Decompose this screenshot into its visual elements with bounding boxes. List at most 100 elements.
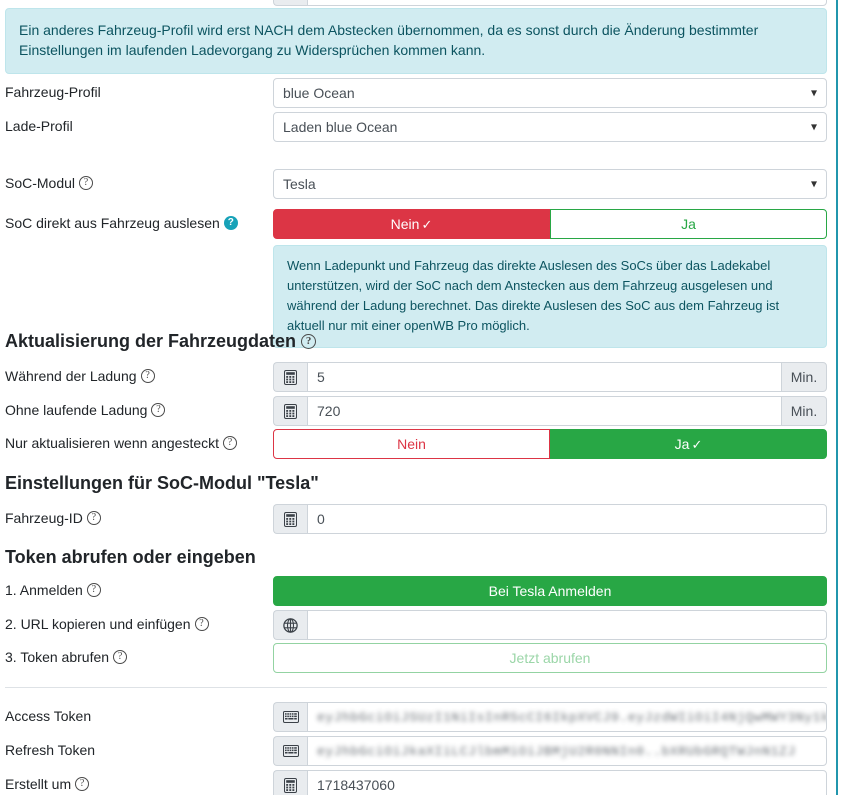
input-created-at[interactable]: 1718437060 xyxy=(307,770,827,795)
label-text: Refresh Token xyxy=(5,742,96,758)
label-step3: 3. Token abrufen ? xyxy=(5,643,273,666)
input-access-token[interactable]: eyJhbGciOiJSUzI1NiIsInR5cCI6IkpXVCJ9.eyJ… xyxy=(307,702,827,732)
soc-direct-info-box: Wenn Ladepunkt und Fahrzeug das direkte … xyxy=(273,245,827,348)
label-text: 1. Anmelden xyxy=(5,582,83,598)
help-icon[interactable]: ? xyxy=(86,583,101,598)
toggle-option-nein[interactable]: Nein ✓ xyxy=(273,209,550,239)
label-soc-direct: SoC direkt aus Fahrzeug auslesen ? xyxy=(5,209,273,232)
help-icon[interactable]: ? xyxy=(75,777,90,792)
control-charge-profile: Laden blue Ocean ▾ xyxy=(273,112,827,142)
help-icon[interactable]: ? xyxy=(151,403,166,418)
input-url[interactable] xyxy=(307,610,827,640)
help-icon[interactable]: ? xyxy=(140,369,155,384)
section-divider xyxy=(5,687,827,688)
toggle-label: Nein xyxy=(390,216,420,232)
control-during-charge: 5 Min. xyxy=(273,362,827,392)
toggle-only-plugged: Nein Ja ✓ xyxy=(273,429,827,459)
globe-icon xyxy=(273,610,307,640)
label-text: SoC direkt aus Fahrzeug auslesen xyxy=(5,215,220,231)
control-vehicle-profile: blue Ocean ▾ xyxy=(273,78,827,108)
select-value: Laden blue Ocean xyxy=(283,119,398,135)
calculator-icon xyxy=(273,504,307,534)
control-step2 xyxy=(273,610,827,640)
input-group-url xyxy=(273,610,827,640)
keyboard-icon xyxy=(273,736,307,766)
alert-text: Ein anderes Fahrzeug-Profil wird erst NA… xyxy=(19,22,759,59)
input-group-during-charge: 5 Min. xyxy=(273,362,827,392)
row-vehicle-profile: Fahrzeug-Profil blue Ocean ▾ xyxy=(5,78,827,108)
clipped-input-field[interactable] xyxy=(307,0,827,6)
toggle-label: Ja xyxy=(674,436,690,452)
chevron-down-icon: ▾ xyxy=(810,176,817,191)
select-charge-profile[interactable]: Laden blue Ocean ▾ xyxy=(273,112,827,142)
help-icon[interactable]: ? xyxy=(301,334,317,349)
row-step1-login: 1. Anmelden ? Bei Tesla Anmelden xyxy=(5,576,827,606)
control-soc-direct: Nein ✓ Ja xyxy=(273,209,827,239)
row-charge-profile: Lade-Profil Laden blue Ocean ▾ xyxy=(5,112,827,142)
label-text: Lade-Profil xyxy=(5,118,73,134)
label-only-plugged: Nur aktualisieren wenn angesteckt ? xyxy=(5,429,273,452)
soc-info-text: Wenn Ladepunkt und Fahrzeug das direkte … xyxy=(287,258,780,334)
help-icon[interactable]: ? xyxy=(113,650,128,665)
heading-update-section: Aktualisierung der Fahrzeugdaten ? xyxy=(5,331,317,352)
help-icon-filled[interactable]: ? xyxy=(223,216,238,231)
toggle-option-nein[interactable]: Nein xyxy=(273,429,550,459)
input-group-vehicle-id: 0 xyxy=(273,504,827,534)
row-step2-url: 2. URL kopieren und einfügen ? xyxy=(5,610,827,640)
label-without-charge: Ohne laufende Ladung ? xyxy=(5,396,273,419)
label-text: 3. Token abrufen xyxy=(5,649,110,665)
label-created-at: Erstellt um ? xyxy=(5,770,273,793)
help-icon[interactable]: ? xyxy=(86,511,101,526)
chevron-down-icon: ▾ xyxy=(810,119,817,134)
select-value: Tesla xyxy=(283,176,316,192)
input-refresh-token[interactable]: eyJhbGciOiJkaXIiLCJlbmMiOiJBMjU2R0NNIn0.… xyxy=(307,736,827,766)
access-token-value: eyJhbGciOiJSUzI1NiIsInR5cCI6IkpXVCJ9.eyJ… xyxy=(317,709,827,725)
label-text: 2. URL kopieren und einfügen xyxy=(5,616,191,632)
vehicle-profile-alert: Ein anderes Fahrzeug-Profil wird erst NA… xyxy=(5,8,827,74)
input-without-charge[interactable]: 720 xyxy=(307,396,781,426)
settings-page: Ein anderes Fahrzeug-Profil wird erst NA… xyxy=(0,0,836,795)
calculator-icon xyxy=(273,770,307,795)
row-refresh-token: Refresh Token eyJhbGciOiJkaXIiLCJlbmMiOi… xyxy=(5,736,827,766)
label-step1: 1. Anmelden ? xyxy=(5,576,273,599)
help-icon[interactable]: ? xyxy=(79,176,94,191)
button-label: Jetzt abrufen xyxy=(509,650,591,666)
row-only-plugged: Nur aktualisieren wenn angesteckt ? Nein… xyxy=(5,429,827,459)
clipped-input-addon xyxy=(273,0,307,6)
select-vehicle-profile[interactable]: blue Ocean ▾ xyxy=(273,78,827,108)
heading-text: Token abrufen oder eingeben xyxy=(5,547,256,567)
label-text: Nur aktualisieren wenn angesteckt xyxy=(5,435,220,451)
row-step3-fetch: 3. Token abrufen ? Jetzt abrufen xyxy=(5,643,827,673)
row-created-at: Erstellt um ? 1718437060 xyxy=(5,770,827,795)
keyboard-icon xyxy=(273,702,307,732)
tesla-login-button[interactable]: Bei Tesla Anmelden xyxy=(273,576,827,606)
input-vehicle-id[interactable]: 0 xyxy=(307,504,827,534)
input-group-created-at: 1718437060 xyxy=(273,770,827,795)
unit-minutes: Min. xyxy=(781,396,827,426)
toggle-option-ja[interactable]: Ja xyxy=(550,209,827,239)
label-during-charge: Während der Ladung ? xyxy=(5,362,273,385)
label-step2: 2. URL kopieren und einfügen ? xyxy=(5,610,273,633)
toggle-option-ja[interactable]: Ja ✓ xyxy=(550,429,827,459)
select-soc-module[interactable]: Tesla ▾ xyxy=(273,169,827,199)
help-icon[interactable]: ? xyxy=(194,617,209,632)
input-group-refresh-token: eyJhbGciOiJkaXIiLCJlbmMiOiJBMjU2R0NNIn0.… xyxy=(273,736,827,766)
label-soc-module: SoC-Modul ? xyxy=(5,169,273,192)
fetch-token-button[interactable]: Jetzt abrufen xyxy=(273,643,827,673)
input-during-charge[interactable]: 5 xyxy=(307,362,781,392)
control-refresh-token: eyJhbGciOiJkaXIiLCJlbmMiOiJBMjU2R0NNIn0.… xyxy=(273,736,827,766)
control-access-token: eyJhbGciOiJSUzI1NiIsInR5cCI6IkpXVCJ9.eyJ… xyxy=(273,702,827,732)
help-icon[interactable]: ? xyxy=(223,436,238,451)
control-vehicle-id: 0 xyxy=(273,504,827,534)
row-during-charge: Während der Ladung ? 5 Min. xyxy=(5,362,827,392)
row-without-charge: Ohne laufende Ladung ? 720 Min. xyxy=(5,396,827,426)
control-soc-module: Tesla ▾ xyxy=(273,169,827,199)
control-step3: Jetzt abrufen xyxy=(273,643,827,673)
label-text: Access Token xyxy=(5,708,92,724)
check-icon: ✓ xyxy=(421,216,433,232)
control-created-at: 1718437060 xyxy=(273,770,827,795)
select-value: blue Ocean xyxy=(283,85,355,101)
row-soc-direct: SoC direkt aus Fahrzeug auslesen ? Nein ✓… xyxy=(5,209,827,239)
toggle-label: Ja xyxy=(681,216,696,232)
row-vehicle-id: Fahrzeug-ID ? 0 xyxy=(5,504,827,534)
